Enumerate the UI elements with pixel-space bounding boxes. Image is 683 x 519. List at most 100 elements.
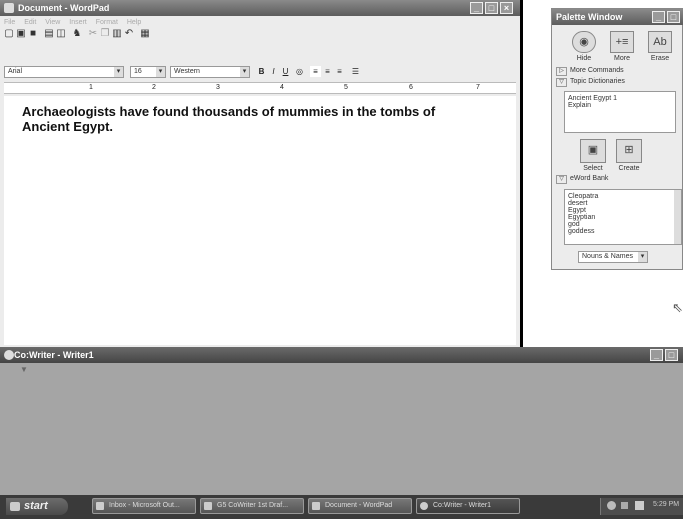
start-button[interactable]: start xyxy=(6,498,68,515)
print-preview-icon[interactable]: ◫ xyxy=(56,29,66,39)
outlook-icon xyxy=(96,502,104,510)
undo-icon[interactable]: ↶ xyxy=(124,29,134,39)
open-icon[interactable]: ▣ xyxy=(16,29,26,39)
list-item[interactable]: goddess xyxy=(568,228,678,235)
cowriter-titlebar[interactable]: Co:Writer - Writer1 _ □ xyxy=(0,347,683,363)
document-area[interactable]: Archaeologists have found thousands of m… xyxy=(4,96,516,345)
ruler[interactable]: 1 2 3 4 5 6 7 xyxy=(4,82,516,94)
taskbar-button-cowriter[interactable]: Co:Writer - Writer1 xyxy=(416,498,520,514)
select-icon[interactable]: ▣ xyxy=(580,139,606,163)
scrollbar[interactable] xyxy=(674,190,681,244)
word-filter-value: Nouns & Names xyxy=(582,253,633,260)
copy-icon[interactable]: ❐ xyxy=(100,29,110,39)
maximize-icon[interactable]: □ xyxy=(667,11,680,23)
chevron-down-icon[interactable]: ▾ xyxy=(638,252,647,262)
cowriter-window: Co:Writer - Writer1 _ □ ▼ xyxy=(0,347,683,495)
taskbar-button-cowriter-draft[interactable]: G5 CoWriter 1st Draf... xyxy=(200,498,304,514)
create-icon[interactable]: ⊞ xyxy=(616,139,642,163)
new-icon[interactable]: ▢ xyxy=(4,29,14,39)
date-time-icon[interactable]: ▦ xyxy=(140,29,150,39)
wordpad-title: Document - WordPad xyxy=(18,3,110,13)
maximize-icon[interactable]: □ xyxy=(485,2,498,14)
taskbar-button-label: Inbox - Microsoft Out... xyxy=(109,502,180,509)
save-icon[interactable]: ■ xyxy=(28,29,38,39)
chevron-down-icon[interactable]: ▾ xyxy=(240,67,249,77)
document-text-line-2: Ancient Egypt. xyxy=(22,119,114,134)
minimize-icon[interactable]: _ xyxy=(652,11,665,23)
ruler-number: 2 xyxy=(152,84,156,91)
bold-button[interactable]: B xyxy=(256,66,267,77)
more-icon[interactable]: +≡ xyxy=(610,31,634,53)
menu-file[interactable]: File xyxy=(4,19,15,26)
font-name-combo[interactable]: Arial ▾ xyxy=(4,66,124,78)
palette-titlebar[interactable]: Palette Window _ □ xyxy=(552,9,683,25)
wordpad-icon xyxy=(312,502,320,510)
list-item[interactable]: god xyxy=(568,221,678,228)
select-label: Select xyxy=(583,165,603,172)
ruler-number: 6 xyxy=(409,84,413,91)
word-filter-combo[interactable]: Nouns & Names ▾ xyxy=(578,251,648,263)
create-label: Create xyxy=(618,165,640,172)
start-label: start xyxy=(24,500,48,512)
taskbar: start Inbox - Microsoft Out... G5 CoWrit… xyxy=(0,495,683,519)
wordpad-window: Document - WordPad _ □ × File Edit View … xyxy=(0,0,520,347)
chevron-down-icon[interactable]: ▾ xyxy=(114,67,123,77)
more-commands-row[interactable]: ▷ More Commands xyxy=(556,67,676,77)
cut-icon[interactable]: ✂ xyxy=(88,29,98,39)
minimize-icon[interactable]: _ xyxy=(650,349,663,361)
font-size-combo[interactable]: 16 ▾ xyxy=(130,66,166,78)
collapse-down-icon: ▽ xyxy=(556,78,567,87)
align-left-icon[interactable]: ≡ xyxy=(310,66,321,77)
standard-toolbar: ▢ ▣ ■ ▤ ◫ ♞ ✂ ❐ ▥ ↶ ▦ xyxy=(4,29,224,41)
taskbar-button-label: G5 CoWriter 1st Draf... xyxy=(217,502,289,509)
align-center-icon[interactable]: ≡ xyxy=(322,66,333,77)
list-item[interactable]: Cleopatra xyxy=(568,193,678,200)
script-combo[interactable]: Western ▾ xyxy=(170,66,250,78)
bullets-icon[interactable]: ☰ xyxy=(350,66,361,77)
list-item[interactable]: Ancient Egypt 1 xyxy=(568,95,672,102)
topic-dictionaries-label: Topic Dictionaries xyxy=(570,78,625,85)
topic-dictionaries-row[interactable]: ▽ Topic Dictionaries xyxy=(556,78,676,88)
minimize-icon[interactable]: _ xyxy=(470,2,483,14)
tray-speaker-icon[interactable] xyxy=(621,502,628,509)
more-label: More xyxy=(614,55,630,62)
wordpad-app-icon xyxy=(4,3,14,13)
maximize-icon[interactable]: □ xyxy=(665,349,678,361)
list-item[interactable]: Egyptian xyxy=(568,214,678,221)
find-icon[interactable]: ♞ xyxy=(72,29,82,39)
align-right-icon[interactable]: ≡ xyxy=(334,66,345,77)
wordpad-titlebar[interactable]: Document - WordPad _ □ × xyxy=(0,0,520,16)
windows-logo-icon xyxy=(10,502,20,511)
palette-title: Palette Window xyxy=(556,12,623,22)
print-icon[interactable]: ▤ xyxy=(44,29,54,39)
paste-icon[interactable]: ▥ xyxy=(112,29,122,39)
wordpad-menubar: File Edit View Insert Format Help xyxy=(4,17,148,28)
erase-label: Erase xyxy=(650,55,670,62)
hide-icon[interactable]: ◉ xyxy=(572,31,596,53)
list-item[interactable]: Egypt xyxy=(568,207,678,214)
color-icon[interactable]: ◎ xyxy=(294,66,305,77)
hide-label: Hide xyxy=(576,55,592,62)
format-bar: Arial ▾ 16 ▾ Western ▾ B I U ◎ ≡ ≡ ≡ ☰ xyxy=(4,66,424,80)
menu-help[interactable]: Help xyxy=(127,19,141,26)
erase-icon[interactable]: Ab xyxy=(648,31,672,53)
menu-edit[interactable]: Edit xyxy=(24,19,36,26)
tray-app-icon[interactable] xyxy=(635,501,644,510)
italic-button[interactable]: I xyxy=(268,66,279,77)
taskbar-button-wordpad[interactable]: Document - WordPad xyxy=(308,498,412,514)
eword-bank-row[interactable]: ▽ eWord Bank xyxy=(556,175,676,185)
word-list[interactable]: Cleopatra desert Egypt Egyptian god godd… xyxy=(564,189,682,245)
menu-insert[interactable]: Insert xyxy=(69,19,87,26)
topic-list[interactable]: Ancient Egypt 1 Explain xyxy=(564,91,676,133)
underline-button[interactable]: U xyxy=(280,66,291,77)
chevron-down-icon[interactable]: ▾ xyxy=(156,67,165,77)
menu-format[interactable]: Format xyxy=(96,19,118,26)
list-item[interactable]: desert xyxy=(568,200,678,207)
taskbar-button-inbox[interactable]: Inbox - Microsoft Out... xyxy=(92,498,196,514)
menu-view[interactable]: View xyxy=(45,19,60,26)
cowriter-dropdown-icon[interactable]: ▼ xyxy=(20,365,28,374)
list-item[interactable]: Explain xyxy=(568,102,672,109)
close-icon[interactable]: × xyxy=(500,2,513,14)
clock: 5:29 PM xyxy=(653,501,680,508)
tray-network-icon[interactable] xyxy=(607,501,616,510)
